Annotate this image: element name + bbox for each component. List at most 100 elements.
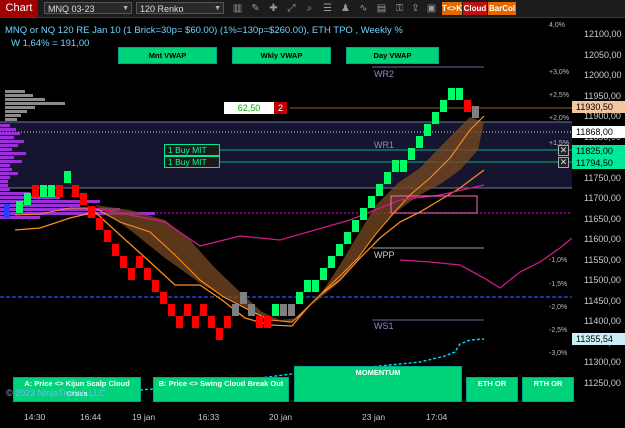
pivot-wpp-label: WPP [374,250,395,260]
price-tick-label: 11950,00 [584,90,621,101]
eth-or-button[interactable]: ETH OR [466,377,518,402]
renko-brick [136,256,143,268]
renko-brick [448,88,455,100]
renko-brick [160,292,167,304]
renko-brick [56,185,63,197]
price-tick-label: 11750,00 [584,172,621,183]
weekly-vwap-button[interactable]: Wkly VWAP [232,47,331,64]
renko-brick [248,304,255,316]
renko-brick [256,316,263,328]
percent-level-label: -2,0% [549,304,568,311]
percent-level-label: 4,0% [549,22,565,29]
renko-brick [280,304,287,316]
price-tick-label: 11650,00 [584,213,621,224]
renko-brick [440,100,447,112]
rth-or-button[interactable]: RTH OR [522,377,574,402]
renko-brick [392,160,399,172]
renko-brick [224,316,231,328]
time-label: 14:30 [24,412,46,422]
renko-brick [64,171,71,183]
renko-brick [296,292,303,304]
renko-brick [352,220,359,232]
time-label: 17:04 [426,412,448,422]
renko-brick [80,193,87,205]
price-tick-label: 11600,00 [584,234,621,244]
renko-brick [312,280,319,292]
copyright-text: © 2023 NinjaTrader, LLC [6,388,106,398]
chart-subtitle: W 1,64% = 191,00 [11,38,90,49]
renko-brick [408,148,415,160]
renko-brick [200,304,207,316]
price-tick-label: 12050,00 [584,49,622,60]
time-label: 19 jan [132,412,156,422]
renko-brick [464,100,471,112]
renko-brick [336,244,343,256]
order-price-tag-2: 11794,50 [572,157,625,169]
position-pnl-tag[interactable]: 62,50 [224,102,274,114]
position-qty-tag[interactable]: 2 [274,102,287,114]
price-tick-label: 11700,00 [584,193,621,203]
price-tick-label: 11300,00 [584,357,621,367]
renko-brick [264,316,271,328]
monthly-vwap-button[interactable]: Mnt VWAP [118,47,217,64]
percent-level-label: -1,5% [549,281,568,288]
renko-brick [32,185,39,197]
position-price-tag: 11930,50 [572,101,625,113]
renko-brick [424,124,431,136]
momentum-price-tag: 11355,54 [572,333,625,345]
pivot-ws1-label: WS1 [374,321,394,331]
percent-level-label: -2,5% [549,327,568,334]
price-axis[interactable]: 12100,00 12050,00 12000,00 11950,00 11900,00… [572,18,625,408]
renko-brick [176,316,183,328]
percent-level-label: +3,0% [549,69,570,76]
buy-mit-order-2[interactable]: 1 Buy MIT [164,156,220,168]
renko-brick [288,304,295,316]
momentum-button[interactable]: MOMENTUM [294,366,462,402]
price-chart-canvas[interactable] [0,0,625,428]
percent-level-label: -1,0% [549,257,568,264]
renko-brick [240,292,247,304]
renko-brick [400,160,407,172]
renko-brick [48,185,55,197]
time-label: 20 jan [269,412,293,422]
renko-brick [432,112,439,124]
renko-brick [96,218,103,230]
renko-brick [384,172,391,184]
price-tick-label: 11400,00 [584,316,621,326]
percent-level-label: +2,0% [549,115,570,122]
renko-brick [232,304,239,316]
renko-brick [216,328,223,340]
price-tick-label: 11250,00 [584,377,621,388]
last-price-tag: 11868,00 [572,126,625,138]
renko-brick [120,256,127,268]
percent-level-label: +2,5% [549,92,570,99]
percent-level-label: -3,0% [549,350,568,357]
renko-brick [152,280,159,292]
price-tick-label: 11450,00 [584,295,621,306]
close-icon[interactable]: ✕ [558,157,569,168]
pivot-wr1-label: WR1 [374,140,394,150]
renko-brick [88,206,95,218]
price-tick-label: 11550,00 [584,254,621,265]
renko-brick [144,268,151,280]
renko-brick [304,280,311,292]
renko-brick [472,106,479,118]
time-label: 16:44 [80,412,102,422]
pivot-wr2-label: WR2 [374,69,394,79]
renko-brick [320,268,327,280]
price-tick-label: 11500,00 [584,275,621,285]
renko-brick [208,316,215,328]
price-tick-label: 12100,00 [584,29,622,39]
renko-brick [192,316,199,328]
renko-brick [112,244,119,256]
price-tick-label: 12000,00 [584,70,622,80]
renko-brick [376,184,383,196]
swing-cloud-breakout-button[interactable]: B: Price <> Swing Cloud Break Out [153,377,289,402]
renko-brick [416,136,423,148]
day-vwap-button[interactable]: Day VWAP [346,47,439,64]
renko-brick [328,256,335,268]
renko-brick [168,304,175,316]
renko-brick [272,304,279,316]
buy-mit-order-1[interactable]: 1 Buy MIT [164,144,220,156]
renko-brick [360,208,367,220]
